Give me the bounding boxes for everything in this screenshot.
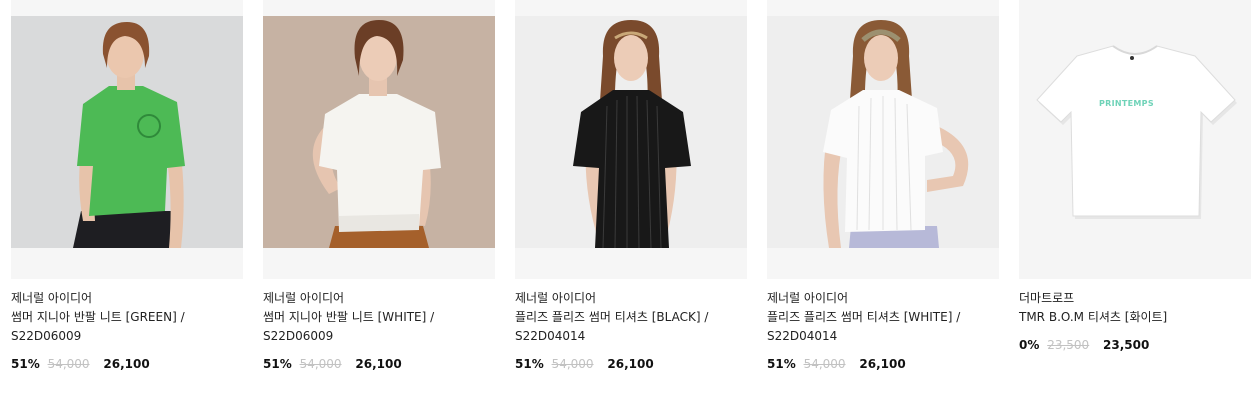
- product-thumbnail[interactable]: [263, 0, 495, 279]
- white-pleated-tee-model-image: [767, 16, 999, 248]
- original-price: 54,000: [299, 357, 342, 371]
- sale-price: 26,100: [859, 357, 906, 371]
- sale-price: 26,100: [103, 357, 150, 371]
- product-photo-white-pleated-tee[interactable]: [767, 16, 999, 248]
- product-thumbnail[interactable]: [515, 0, 747, 279]
- product-brand[interactable]: 제너럴 아이디어: [263, 289, 495, 308]
- product-thumbnail[interactable]: [767, 0, 999, 279]
- product-price: 51% 54,000 26,100: [515, 355, 747, 373]
- product-photo-black-pleated-tee[interactable]: [515, 16, 747, 248]
- discount-rate: 51%: [767, 357, 796, 371]
- original-price: 23,500: [1047, 338, 1090, 352]
- product-price: 0% 23,500 23,500: [1019, 336, 1251, 354]
- black-pleated-tee-model-image: [515, 16, 747, 248]
- original-price: 54,000: [803, 357, 846, 371]
- product-photo-white-knit[interactable]: [263, 16, 495, 248]
- product-card[interactable]: 제너럴 아이디어 플리즈 플리즈 썸머 티셔츠 [WHITE] / S22D04…: [767, 0, 999, 373]
- sale-price: 23,500: [1103, 338, 1150, 352]
- product-card[interactable]: 제너럴 아이디어 플리즈 플리즈 썸머 티셔츠 [BLACK] / S22D04…: [515, 0, 747, 373]
- product-thumbnail[interactable]: [11, 0, 243, 279]
- product-price: 51% 54,000 26,100: [767, 355, 999, 373]
- product-brand[interactable]: 더마트로프: [1019, 289, 1251, 308]
- discount-rate: 51%: [515, 357, 544, 371]
- white-knit-model-image: [263, 16, 495, 248]
- discount-rate: 51%: [11, 357, 40, 371]
- product-card[interactable]: 제너럴 아이디어 썸머 지니아 반팔 니트 [WHITE] / S22D0600…: [263, 0, 495, 373]
- product-brand[interactable]: 제너럴 아이디어: [767, 289, 999, 308]
- product-brand[interactable]: 제너럴 아이디어: [11, 289, 243, 308]
- green-knit-model-image: [11, 16, 243, 248]
- product-price: 51% 54,000 26,100: [263, 355, 495, 373]
- product-photo-green-knit[interactable]: [11, 16, 243, 248]
- original-price: 54,000: [551, 357, 594, 371]
- product-card[interactable]: 제너럴 아이디어 썸머 지니아 반팔 니트 [GREEN] / S22D0600…: [11, 0, 243, 373]
- product-name[interactable]: 플리즈 플리즈 썸머 티셔츠 [BLACK] / S22D04014: [515, 308, 737, 346]
- original-price: 54,000: [47, 357, 90, 371]
- discount-rate: 51%: [263, 357, 292, 371]
- product-name[interactable]: TMR B.O.M 티셔츠 [화이트]: [1019, 308, 1241, 327]
- sale-price: 26,100: [355, 357, 402, 371]
- white-tee-flatlay-image: [1019, 0, 1251, 279]
- product-name[interactable]: 썸머 지니아 반팔 니트 [GREEN] / S22D06009: [11, 308, 233, 346]
- discount-rate: 0%: [1019, 338, 1040, 352]
- product-price: 51% 54,000 26,100: [11, 355, 243, 373]
- product-brand[interactable]: 제너럴 아이디어: [515, 289, 747, 308]
- product-grid: 제너럴 아이디어 썸머 지니아 반팔 니트 [GREEN] / S22D0600…: [0, 0, 1254, 414]
- product-name[interactable]: 썸머 지니아 반팔 니트 [WHITE] / S22D06009: [263, 308, 485, 346]
- sale-price: 26,100: [607, 357, 654, 371]
- tee-print-text: PRINTEMPS: [1099, 99, 1154, 108]
- product-name[interactable]: 플리즈 플리즈 썸머 티셔츠 [WHITE] / S22D04014: [767, 308, 989, 346]
- product-card[interactable]: PRINTEMPS 더마트로프 TMR B.O.M 티셔츠 [화이트] 0% 2…: [1019, 0, 1251, 354]
- product-thumbnail[interactable]: PRINTEMPS: [1019, 0, 1251, 279]
